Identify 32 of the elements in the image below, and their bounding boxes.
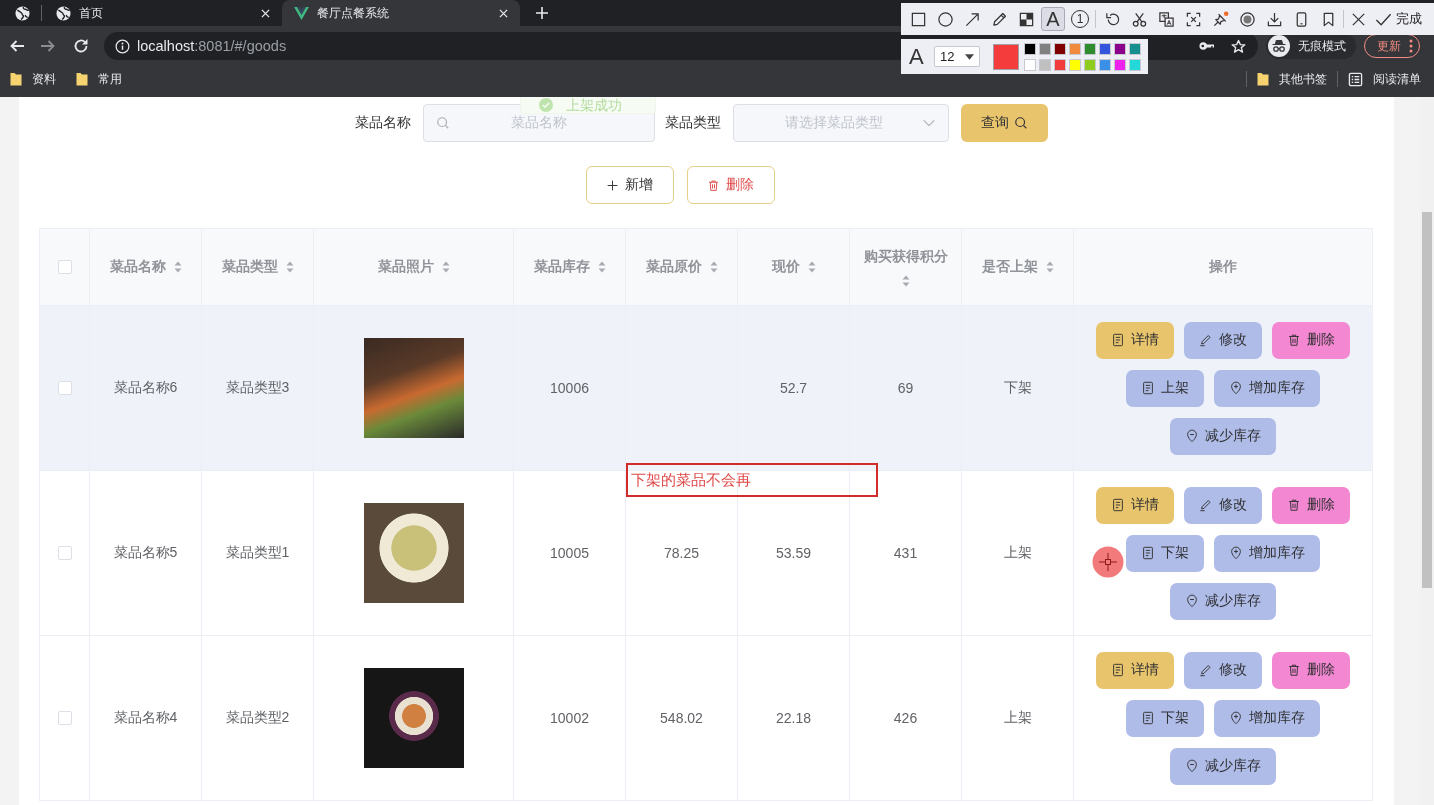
dish-name: 菜品名称4 xyxy=(113,709,178,727)
original-price: 548.02 xyxy=(660,710,703,726)
field-label: 菜品名称 xyxy=(354,114,411,132)
dish-type: 菜品类型1 xyxy=(225,544,290,562)
column-header: 菜品库存 xyxy=(533,258,590,276)
dish-type: 菜品类型2 xyxy=(225,709,290,727)
dish-type: 菜品类型3 xyxy=(225,379,290,397)
shelf-status: 下架 xyxy=(1003,379,1032,397)
points: 431 xyxy=(893,545,918,561)
column-header: 菜品照片 xyxy=(377,258,434,276)
stock-count: 10005 xyxy=(550,545,589,561)
original-price: 78.25 xyxy=(663,545,699,561)
dish-name: 菜品名称6 xyxy=(113,379,178,397)
column-header: 操作 xyxy=(1209,258,1237,276)
points: 426 xyxy=(893,710,918,726)
dish-name: 菜品名称5 xyxy=(113,544,178,562)
column-header: 菜品类型 xyxy=(221,258,278,276)
annotation-text: 下架的菜品不会再 xyxy=(626,463,878,497)
column-header: 购买获得积分 xyxy=(863,247,948,266)
column-header: 是否上架 xyxy=(981,258,1038,276)
points: 69 xyxy=(897,380,914,396)
stock-count: 10006 xyxy=(550,380,589,396)
stock-count: 10002 xyxy=(550,710,589,726)
shelf-status: 上架 xyxy=(1003,544,1032,562)
current-price: 53.59 xyxy=(775,545,811,561)
shelf-status: 上架 xyxy=(1003,709,1032,727)
column-header: 菜品名称 xyxy=(109,258,166,276)
column-header: 现价 xyxy=(771,258,800,276)
current-price: 22.18 xyxy=(775,710,811,726)
current-price: 52.7 xyxy=(779,380,808,396)
column-header: 菜品原价 xyxy=(645,258,702,276)
field-label: 菜品类型 xyxy=(664,114,721,132)
